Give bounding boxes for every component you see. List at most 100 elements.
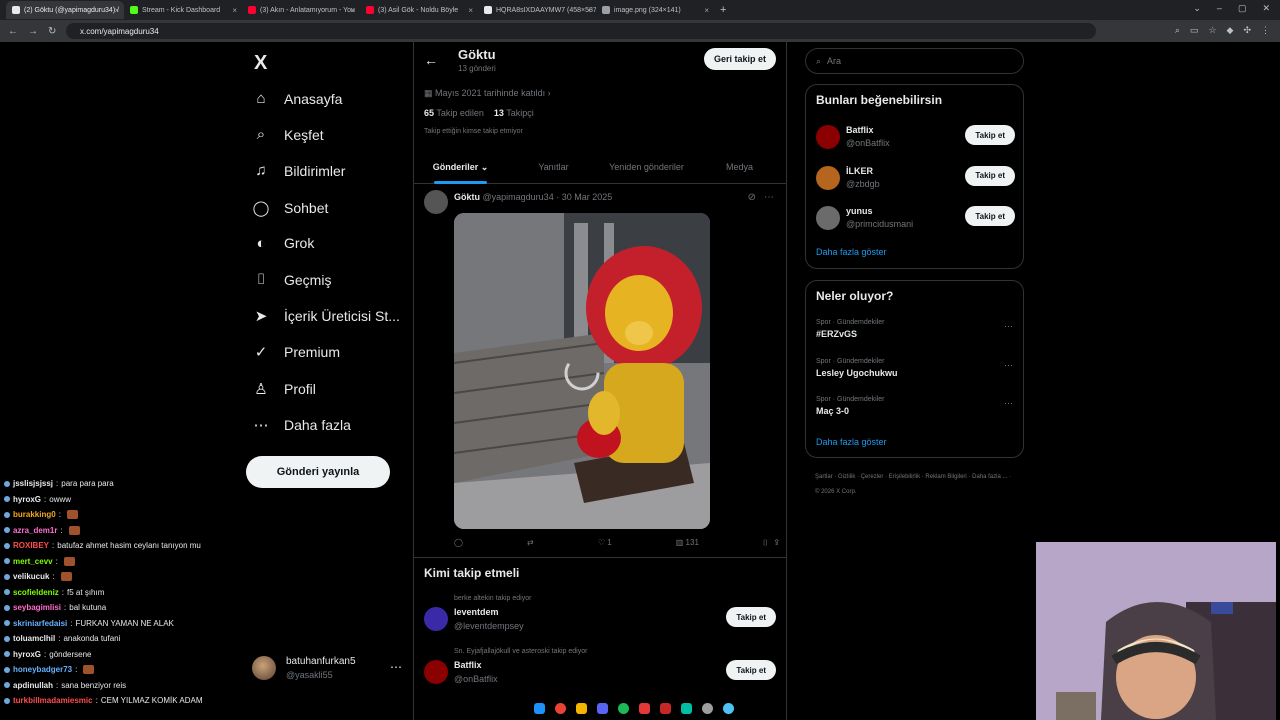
sidebar-item-0[interactable]: ⌂ Anasayfa	[252, 90, 342, 107]
close-window-icon[interactable]: ✕	[1262, 3, 1270, 14]
follow-back-button[interactable]: Geri takip et	[703, 48, 776, 70]
browser-tab[interactable]: (3) Asil Gök - Noldu Böyle ×	[360, 1, 478, 19]
who-to-follow-item[interactable]: Sn. Eyjafjallajökull ve asteroski takip …	[414, 648, 786, 696]
tab-media[interactable]: Medya	[693, 150, 786, 183]
browser-tab[interactable]: HQRA8sIXDAAYMW7 (458×587) ×	[478, 1, 596, 19]
trend-more-icon[interactable]: ⋯	[1004, 398, 1013, 409]
avatar[interactable]	[424, 607, 448, 631]
tab-close-icon[interactable]: ×	[232, 6, 237, 15]
browser-tab[interactable]: Stream - Kick Dashboard ×	[124, 1, 242, 19]
sidebar-item-4[interactable]: ◐ Grok	[252, 235, 314, 252]
maximize-icon[interactable]: ▢	[1238, 3, 1247, 14]
search-input[interactable]: ⌕ Ara	[805, 48, 1024, 74]
suggested-name[interactable]: yunus	[846, 206, 873, 216]
app-icon-2[interactable]	[681, 702, 692, 714]
suggested-name[interactable]: Batflix	[846, 125, 874, 135]
sidebar-item-8[interactable]: ♙ Profil	[252, 380, 316, 398]
windows-start-icon[interactable]	[534, 702, 545, 714]
minimize-icon[interactable]: –	[1217, 3, 1222, 14]
forward-icon[interactable]: →	[28, 26, 40, 37]
followers-count[interactable]: 13	[494, 108, 504, 118]
trend-item[interactable]: Spor · Gündemdekiler #ERZvGS ⋯	[806, 319, 1025, 355]
tab-close-icon[interactable]: ×	[586, 6, 591, 15]
post-button[interactable]: Gönderi yayınla	[246, 456, 390, 488]
tweet-author[interactable]: Göktu	[454, 192, 480, 202]
tab-close-icon[interactable]: ×	[114, 6, 119, 15]
browser-tab[interactable]: (2) Göktu (@yapimagduru34) / ×	[6, 1, 124, 19]
account-switcher[interactable]: batuhanfurkan5 @yasakli55 ⋯	[252, 654, 402, 684]
reload-icon[interactable]: ↻	[48, 26, 60, 37]
footer-link[interactable]: Erişilebilirlik	[889, 474, 920, 480]
follow-button[interactable]: Takip et	[726, 607, 776, 627]
suggested-name[interactable]: leventdem	[454, 607, 499, 617]
x-logo[interactable]: X	[254, 52, 267, 75]
suggested-name[interactable]: İLKER	[846, 166, 873, 176]
tab-posts[interactable]: Gönderiler ⌄	[414, 150, 507, 184]
suggested-account[interactable]: yunus @primcidusmani Takip et	[806, 202, 1025, 238]
app-icon-4[interactable]	[723, 702, 734, 714]
suggested-name[interactable]: Batflix	[454, 660, 482, 670]
footer-link[interactable]: © 2026 X Corp.	[815, 489, 856, 495]
tweet-video[interactable]	[454, 213, 710, 529]
x-app-icon[interactable]	[660, 702, 671, 714]
repost-icon[interactable]: ⇄	[527, 538, 534, 548]
like-button[interactable]: ♡ 1	[598, 538, 612, 548]
chrome-icon[interactable]	[555, 702, 566, 714]
follow-button[interactable]: Takip et	[965, 206, 1015, 226]
footer-link[interactable]: Şartlar	[815, 474, 833, 480]
tab-close-icon[interactable]: ×	[350, 6, 355, 15]
views-button[interactable]: ▥ 131	[676, 538, 699, 548]
sidebar-item-6[interactable]: ➤ İçerik Üreticisi St...	[252, 307, 400, 325]
trend-item[interactable]: Spor · Gündemdekiler Maç 3-0 ⋯	[806, 396, 1025, 432]
trend-more-icon[interactable]: ⋯	[1004, 321, 1013, 332]
zoom-icon[interactable]: ⌕	[1175, 25, 1180, 36]
new-tab-icon[interactable]: +	[720, 4, 726, 16]
avatar[interactable]	[816, 125, 840, 149]
tab-search-icon[interactable]: ⌄	[1193, 3, 1201, 14]
folder-icon[interactable]	[576, 702, 587, 714]
menu-icon[interactable]: ⋮	[1261, 25, 1270, 36]
following-count[interactable]: 65	[424, 108, 434, 118]
avatar[interactable]	[424, 660, 448, 684]
tab-close-icon[interactable]: ×	[704, 6, 709, 15]
tweet-more-icon[interactable]: ⋯	[764, 192, 774, 203]
follow-button[interactable]: Takip et	[965, 165, 1015, 186]
back-arrow-icon[interactable]: ←	[424, 52, 438, 68]
following-label[interactable]: Takip edilen	[436, 108, 484, 118]
tab-close-icon[interactable]: ×	[468, 6, 473, 15]
install-icon[interactable]: ▭	[1190, 25, 1199, 36]
sidebar-item-2[interactable]: ♫ Bildirimler	[252, 162, 345, 179]
sidebar-item-5[interactable]: ⌷ Geçmiş	[252, 271, 331, 288]
spotify-icon[interactable]	[618, 702, 629, 714]
sidebar-item-3[interactable]: ◯ Sohbet	[252, 199, 329, 217]
extension-icon[interactable]: ◆	[1227, 25, 1234, 36]
sidebar-item-1[interactable]: ⌕ Keşfet	[252, 126, 324, 143]
puzzle-icon[interactable]: ✣	[1243, 25, 1251, 36]
follow-button[interactable]: Takip et	[965, 125, 1015, 145]
browser-tab[interactable]: image.png (324×141) ×	[596, 1, 714, 19]
browser-tab[interactable]: (3) Akın - Anlatamıyorum - You ×	[242, 1, 360, 19]
follow-button[interactable]: Takip et	[726, 660, 776, 680]
suggestions-show-more[interactable]: Daha fazla göster	[816, 247, 887, 257]
grok-icon[interactable]: ⊘	[748, 192, 756, 203]
bookmark-icon[interactable]: ⌷ ⇪	[763, 538, 779, 548]
trend-item[interactable]: Spor · Gündemdekiler Lesley Ugochukwu ⋯	[806, 358, 1025, 394]
footer-link[interactable]: Çerezler	[861, 474, 884, 480]
discord-icon[interactable]	[597, 702, 608, 714]
tweet-handle[interactable]: @yapimagduru34	[483, 192, 554, 202]
suggested-account[interactable]: İLKER @zbdgb Takip et	[806, 162, 1025, 198]
account-more-icon[interactable]: ⋯	[390, 660, 402, 674]
footer-link[interactable]: Gizlilik	[838, 474, 855, 480]
star-icon[interactable]: ☆	[1208, 25, 1216, 36]
trend-more-icon[interactable]: ⋯	[1004, 360, 1013, 371]
app-icon-3[interactable]	[702, 702, 713, 714]
followers-label[interactable]: Takipçi	[506, 108, 534, 118]
url-field[interactable]: x.com/yapimagduru34	[66, 23, 1096, 39]
reply-icon[interactable]: ◯	[454, 538, 463, 548]
trends-show-more[interactable]: Daha fazla göster	[816, 437, 887, 447]
footer-link[interactable]: Reklam Bilgileri	[925, 474, 966, 480]
sidebar-item-9[interactable]: ⋯ Daha fazla	[252, 416, 351, 434]
tab-replies[interactable]: Yanıtlar	[507, 150, 600, 183]
tweet-date[interactable]: 30 Mar 2025	[562, 192, 613, 202]
back-icon[interactable]: ←	[8, 26, 20, 37]
